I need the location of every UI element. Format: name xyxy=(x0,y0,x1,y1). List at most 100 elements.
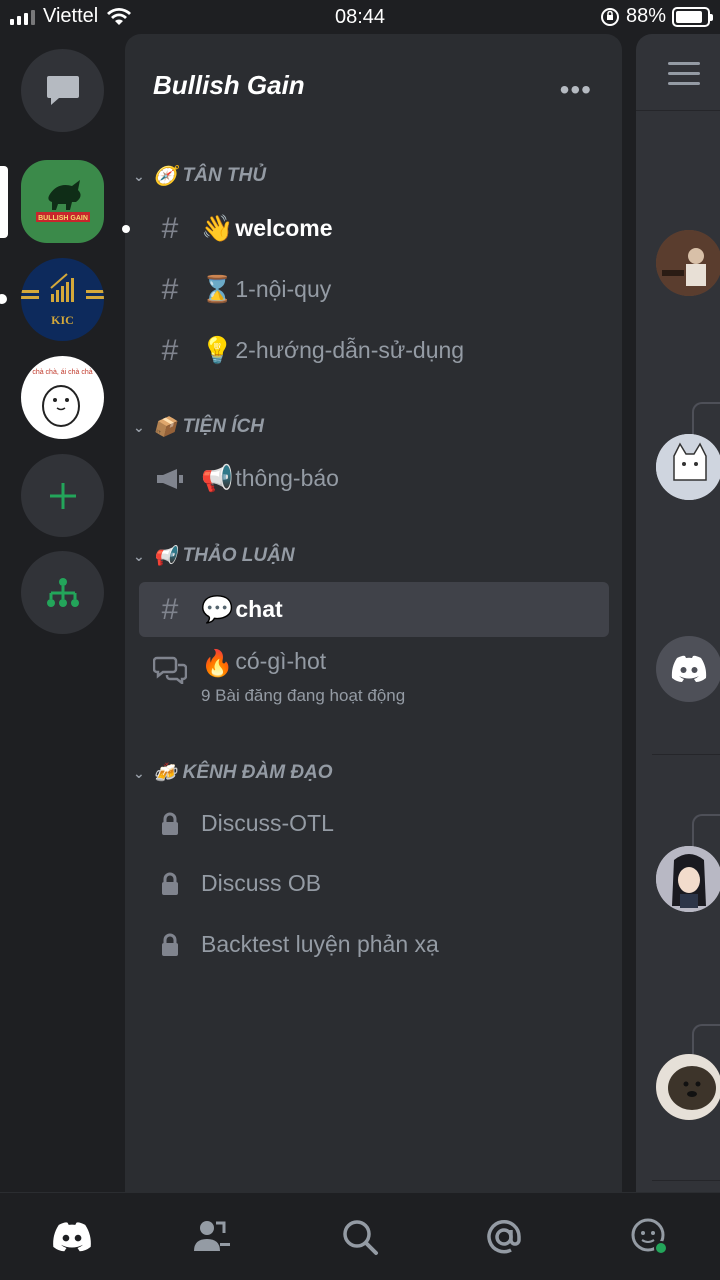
channel-backtest[interactable]: Backtest luyện phản xạ xyxy=(139,917,609,972)
category-thao-luan[interactable]: ⌄ 📢 THẢO LUẬN xyxy=(133,544,295,568)
hamburger-menu-icon[interactable] xyxy=(668,62,700,92)
status-bar: Viettel 08:44 88% xyxy=(0,0,720,34)
channel-discuss-ob[interactable]: Discuss OB xyxy=(139,856,609,911)
bottom-tab-bar xyxy=(0,1192,720,1280)
server-options-button[interactable]: ••• xyxy=(560,74,592,106)
at-sign-icon xyxy=(487,1220,521,1254)
server-cha-cha[interactable]: chà chà, ái chà chà xyxy=(21,356,104,439)
avatar[interactable] xyxy=(656,846,720,912)
channel-noi-quy[interactable]: # ⌛ 1-nội-quy xyxy=(139,262,609,317)
plus-icon xyxy=(49,482,76,509)
discord-logo-icon xyxy=(671,655,707,682)
channel-thong-bao[interactable]: 📢 thông-báo xyxy=(139,451,609,506)
active-posts-count: 9 Bài đăng đang hoạt động xyxy=(201,686,406,705)
category-tien-ich[interactable]: ⌄ 📦 TIỆN ÍCH xyxy=(133,415,264,439)
hash-icon: # xyxy=(161,333,179,367)
channel-emoji: 🔥 xyxy=(201,648,234,678)
server-bullish-gain[interactable]: BULLISH GAIN xyxy=(21,160,104,243)
battery-icon xyxy=(672,6,713,27)
online-status-icon xyxy=(656,1243,666,1253)
lock-icon xyxy=(139,872,201,896)
channel-panel: Bullish Gain ••• ⌄ 🧭 TÂN THỦ # 👋 welcome… xyxy=(122,34,622,1192)
tab-friends[interactable] xyxy=(190,1215,234,1259)
friends-icon xyxy=(194,1221,230,1251)
status-right: 88% xyxy=(600,5,713,28)
server-kic[interactable]: KIC xyxy=(21,258,104,341)
category-kenh-dam-dao[interactable]: ⌄ 🍻 KÊNH ĐÀM ĐẠO xyxy=(133,761,333,785)
tab-search[interactable] xyxy=(338,1215,382,1259)
lock-icon xyxy=(139,933,201,957)
channel-discuss-otl[interactable]: Discuss-OTL xyxy=(139,796,609,851)
tab-profile[interactable] xyxy=(628,1215,672,1259)
category-emoji: 🧭 xyxy=(153,166,177,187)
category-emoji: 🍻 xyxy=(153,763,177,784)
hash-icon: # xyxy=(161,211,179,245)
category-emoji: 📦 xyxy=(153,417,177,438)
message-divider xyxy=(652,1180,720,1181)
channel-emoji: 👋 xyxy=(201,213,234,243)
hash-icon: # xyxy=(161,272,179,306)
svg-text:KIC: KIC xyxy=(51,313,74,327)
direct-messages-button[interactable] xyxy=(21,49,104,132)
avatar[interactable] xyxy=(656,230,720,296)
lock-icon xyxy=(139,812,201,836)
bull-logo-icon: BULLISH GAIN xyxy=(35,179,90,222)
category-label: KÊNH ĐÀM ĐẠO xyxy=(182,762,333,783)
battery-percent: 88% xyxy=(625,5,666,27)
avatar[interactable] xyxy=(656,434,720,500)
add-server-button[interactable] xyxy=(21,454,104,537)
tab-home[interactable] xyxy=(50,1215,94,1259)
server-title[interactable]: Bullish Gain xyxy=(153,70,305,101)
channel-chat[interactable]: # 💬 chat xyxy=(139,582,609,637)
seal-mascot-icon: chà chà, ái chà chà xyxy=(32,369,93,427)
channel-emoji: 💬 xyxy=(201,594,234,624)
discord-logo-icon xyxy=(53,1222,91,1252)
explore-servers-button[interactable] xyxy=(21,551,104,634)
channel-name: 1-nội-quy xyxy=(235,276,332,302)
category-tan-thu[interactable]: ⌄ 🧭 TÂN THỦ xyxy=(133,164,266,188)
avatar[interactable] xyxy=(656,1054,720,1120)
channel-welcome[interactable]: # 👋 welcome xyxy=(139,201,609,256)
channel-name: Backtest luyện phản xạ xyxy=(201,931,439,957)
channel-name: có-gì-hot xyxy=(235,648,327,674)
channel-unread-dot xyxy=(122,225,130,233)
channel-name: Discuss OB xyxy=(201,870,322,896)
channel-name: Discuss-OTL xyxy=(201,810,334,836)
server-unread-dot xyxy=(0,294,7,304)
selected-server-indicator xyxy=(0,166,8,238)
chevron-down-icon: ⌄ xyxy=(133,167,145,184)
megaphone-icon xyxy=(139,467,201,491)
chevron-down-icon: ⌄ xyxy=(133,547,145,564)
category-label: TIỆN ÍCH xyxy=(182,416,264,437)
category-label: THẢO LUẬN xyxy=(182,545,295,566)
avatar[interactable] xyxy=(656,636,720,702)
orientation-lock-icon xyxy=(600,7,619,26)
tab-mentions[interactable] xyxy=(482,1215,526,1259)
channel-emoji: 💡 xyxy=(201,335,234,365)
profile-avatar-icon xyxy=(631,1218,668,1255)
channel-name: 2-hướng-dẫn-sử-dụng xyxy=(235,337,465,363)
channel-name: welcome xyxy=(235,215,333,241)
channel-huong-dan[interactable]: # 💡 2-hướng-dẫn-sử-dụng xyxy=(139,323,609,378)
svg-text:chà chà, ái chà chà: chà chà, ái chà chà xyxy=(32,369,92,376)
kic-logo-icon: KIC xyxy=(21,273,104,327)
message-divider xyxy=(652,754,720,755)
channel-name: thông-báo xyxy=(235,465,339,491)
ellipsis-icon: ••• xyxy=(559,74,592,105)
chat-bubble-icon xyxy=(46,75,79,105)
search-icon xyxy=(343,1220,378,1255)
svg-text:BULLISH GAIN: BULLISH GAIN xyxy=(38,215,88,222)
channel-emoji: 📢 xyxy=(201,463,234,493)
hash-icon: # xyxy=(161,592,179,626)
channel-name: chat xyxy=(235,596,283,622)
chevron-down-icon: ⌄ xyxy=(133,418,145,435)
category-label: TÂN THỦ xyxy=(182,165,267,186)
chat-panel-peek[interactable] xyxy=(636,34,720,1192)
channel-emoji: ⌛ xyxy=(201,274,234,304)
category-emoji: 📢 xyxy=(153,546,177,567)
channel-co-gi-hot[interactable]: 🔥 có-gì-hot 9 Bài đăng đang hoạt động xyxy=(139,642,609,712)
forum-icon xyxy=(139,648,201,684)
hub-icon xyxy=(46,577,79,607)
chevron-down-icon: ⌄ xyxy=(133,764,145,781)
server-rail: BULLISH GAIN KIC chà chà, ái chà chà xyxy=(0,34,125,1192)
